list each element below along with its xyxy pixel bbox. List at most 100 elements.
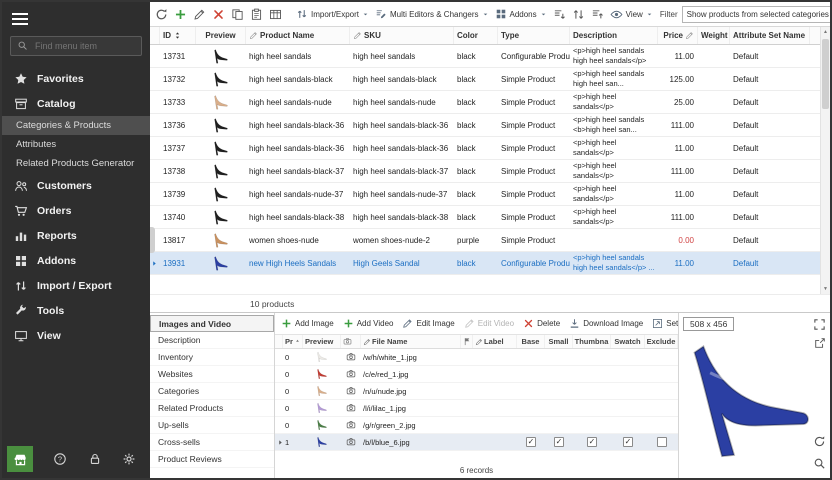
tab-images-and-video[interactable]: Images and Video	[150, 315, 274, 332]
copy-button[interactable]	[230, 7, 245, 22]
sidebar-item-import-export[interactable]: Import / Export	[2, 273, 150, 298]
tab-categories[interactable]: Categories	[150, 383, 274, 400]
cell-camera[interactable]	[341, 434, 361, 450]
media-column-camera[interactable]	[341, 335, 361, 348]
column-header-weight[interactable]: Weight	[698, 27, 730, 44]
media-row[interactable]: 0/c/e/red_1.jpg	[275, 366, 678, 383]
product-row[interactable]: 13736high heel sandals-black-36high heel…	[150, 114, 820, 137]
delete-button[interactable]: Delete	[523, 318, 560, 329]
base-checkbox[interactable]: ✓	[526, 437, 536, 447]
sidebar-item-favorites[interactable]: Favorites	[2, 66, 150, 91]
media-column-flag[interactable]	[461, 335, 473, 348]
column-header-type[interactable]: Type	[498, 27, 570, 44]
media-column-base[interactable]: Base	[517, 335, 545, 348]
media-row[interactable]: 1/b/l/blue_6.jpg✓✓✓✓	[275, 434, 678, 451]
store-button[interactable]	[7, 446, 33, 472]
column-header-preview[interactable]: Preview	[196, 27, 246, 44]
add-image-button[interactable]: Add Image	[281, 318, 334, 329]
product-row[interactable]: 13931new High Heels SandalsHigh Geels Sa…	[150, 252, 820, 275]
import-export-menu-button[interactable]: Import/Export	[295, 7, 370, 21]
open-external-button[interactable]	[814, 337, 826, 349]
add-button[interactable]	[173, 7, 188, 22]
cell-camera[interactable]	[341, 400, 361, 416]
media-row[interactable]: 0/n/u/nude.jpg	[275, 383, 678, 400]
swatch-checkbox[interactable]: ✓	[623, 437, 633, 447]
scroll-up-button[interactable]: ▲	[821, 27, 830, 37]
sidebar-item-addons[interactable]: Addons	[2, 248, 150, 273]
search-input[interactable]	[33, 40, 135, 52]
cell-camera[interactable]	[341, 366, 361, 382]
set-resize-rule-button[interactable]: Set Resize Rule	[652, 318, 678, 329]
media-row[interactable]: 0/w/h/white_1.jpg	[275, 349, 678, 366]
menu-toggle-button[interactable]	[2, 2, 38, 34]
sidebar-item-attributes[interactable]: Attributes	[2, 135, 150, 154]
sidebar-search[interactable]	[10, 36, 142, 56]
refresh-button[interactable]	[154, 7, 169, 22]
tab-up-sells[interactable]: Up-sells	[150, 417, 274, 434]
edit-button[interactable]	[192, 7, 207, 22]
delete-button[interactable]	[211, 7, 226, 22]
edit-image-button[interactable]: Edit Image	[402, 318, 454, 329]
column-header-color[interactable]: Color	[454, 27, 498, 44]
tab-inventory[interactable]: Inventory	[150, 349, 274, 366]
sidebar-item-categories-products[interactable]: Categories & Products	[2, 116, 150, 135]
exclude-checkbox[interactable]	[657, 437, 667, 447]
splitter-handle[interactable]	[150, 227, 155, 253]
grid-scrollbar[interactable]: ▲ ▼	[820, 27, 830, 294]
media-column-swatch[interactable]: Swatch	[611, 335, 645, 348]
sidebar-item-view[interactable]: View	[2, 323, 150, 348]
view-menu-button[interactable]: View	[609, 7, 654, 22]
expand-all-button[interactable]	[552, 7, 567, 22]
media-row[interactable]: 0/g/r/green_2.jpg	[275, 417, 678, 434]
column-header-sku[interactable]: SKU	[350, 27, 454, 44]
media-row[interactable]: 0/l/i/lilac_1.jpg	[275, 400, 678, 417]
product-row[interactable]: 13733high heel sandals-nudehigh heel san…	[150, 91, 820, 114]
media-column-small[interactable]: Small	[545, 335, 573, 348]
paste-button[interactable]	[249, 7, 264, 22]
tab-related-products[interactable]: Related Products	[150, 400, 274, 417]
column-header-product-name[interactable]: Product Name	[246, 27, 350, 44]
product-row[interactable]: 13740high heel sandals-black-38high heel…	[150, 206, 820, 229]
collapse-all-button[interactable]	[590, 7, 605, 22]
sidebar-item-tools[interactable]: Tools	[2, 298, 150, 323]
tab-product-reviews[interactable]: Product Reviews	[150, 451, 274, 468]
small-checkbox[interactable]: ✓	[554, 437, 564, 447]
cell-camera[interactable]	[341, 349, 361, 365]
fullscreen-button[interactable]	[813, 318, 826, 331]
rotate-button[interactable]	[813, 435, 826, 448]
tab-websites[interactable]: Websites	[150, 366, 274, 383]
product-row[interactable]: 13817women shoes-nudewomen shoes-nude-2p…	[150, 229, 820, 252]
product-row[interactable]: 13731high heel sandalshigh heel sandalsb…	[150, 45, 820, 68]
cell-camera[interactable]	[341, 383, 361, 399]
product-row[interactable]: 13737high heel sandals-black-36high heel…	[150, 137, 820, 160]
tab-cross-sells[interactable]: Cross-sells	[150, 434, 274, 451]
category-filter-select[interactable]: Show products from selected categories	[682, 6, 830, 23]
sidebar-item-customers[interactable]: Customers	[2, 173, 150, 198]
help-button[interactable]: ?	[53, 452, 67, 466]
media-column-preview[interactable]: Preview	[303, 335, 341, 348]
scroll-down-button[interactable]: ▼	[821, 284, 830, 294]
media-column-priority[interactable]: Pr	[283, 335, 303, 348]
column-header-description[interactable]: Description	[570, 27, 658, 44]
media-column-expander[interactable]	[275, 335, 283, 348]
zoom-button[interactable]	[813, 457, 826, 470]
lock-button[interactable]	[88, 452, 102, 466]
addons-menu-button[interactable]: Addons	[494, 7, 548, 21]
column-header-price[interactable]: Price	[658, 27, 698, 44]
product-row[interactable]: 13738high heel sandals-black-37high heel…	[150, 160, 820, 183]
thumbnail-checkbox[interactable]: ✓	[587, 437, 597, 447]
multi-editors-changers-menu-button[interactable]: Multi Editors & Changers	[374, 7, 489, 21]
scrollbar-track[interactable]	[821, 37, 830, 284]
column-header-id[interactable]: ID	[160, 27, 196, 44]
settings-button[interactable]	[122, 452, 136, 466]
media-column-thumbnail[interactable]: Thumbna	[573, 335, 611, 348]
product-row[interactable]: 13732high heel sandals-blackhigh heel sa…	[150, 68, 820, 91]
sort-button[interactable]	[571, 7, 586, 22]
media-column-label[interactable]: Label	[473, 335, 517, 348]
columns-button[interactable]	[268, 7, 283, 22]
add-video-button[interactable]: Add Video	[343, 318, 394, 329]
sidebar-item-catalog[interactable]: Catalog	[2, 91, 150, 116]
column-header-attribute-set-name[interactable]: Attribute Set Name	[730, 27, 810, 44]
tab-description[interactable]: Description	[150, 332, 274, 349]
media-column-exclude[interactable]: Exclude	[645, 335, 678, 348]
